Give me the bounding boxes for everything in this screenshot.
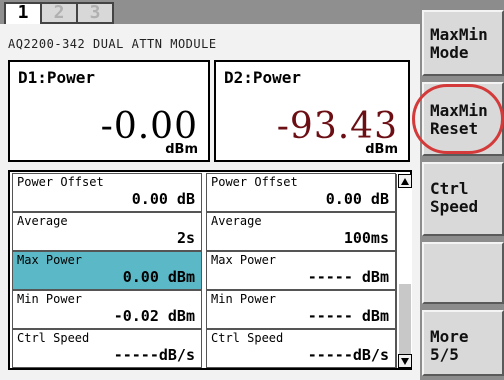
d2-max-power-cell[interactable]: Max Power ----- dBm <box>206 251 396 290</box>
param-title: Min Power <box>17 292 83 306</box>
d2-value: -93.43 <box>276 106 398 147</box>
d2-average-cell[interactable]: Average 100ms <box>206 212 396 251</box>
param-value: -----dB/s <box>307 346 389 364</box>
d1-label: D1:Power <box>18 68 96 87</box>
softkey-label-line2: Mode <box>430 43 469 62</box>
d2-unit: dBm <box>365 142 398 157</box>
more-softkey[interactable]: More 5/5 <box>422 310 504 376</box>
scrollbar-thumb[interactable] <box>399 284 411 354</box>
param-value: 0.00 dBm <box>122 268 195 286</box>
main-panel: 1 2 3 AQ2200-342 DUAL ATTN MODULE D1:Pow… <box>0 0 420 380</box>
d1-value: -0.00 <box>100 106 198 147</box>
scroll-down-icon[interactable] <box>398 354 412 368</box>
d2-power-offset-cell[interactable]: Power Offset 0.00 dB <box>206 173 396 212</box>
softkey-label-line1: Ctrl <box>430 179 469 198</box>
param-value: ----- dBm <box>307 268 389 286</box>
param-value: -0.02 dBm <box>113 307 195 325</box>
module-title: AQ2200-342 DUAL ATTN MODULE <box>8 37 217 51</box>
scroll-up-icon[interactable] <box>398 174 412 188</box>
softkey-label-line1: More <box>430 327 469 346</box>
softkey-label-line2: 5/5 <box>430 345 459 364</box>
tab-bar: 1 2 3 <box>0 0 420 24</box>
softkey-panel: MaxMin Mode MaxMin Reset Ctrl Speed More… <box>420 0 504 380</box>
param-title: Power Offset <box>211 175 298 189</box>
d1-unit: dBm <box>165 142 198 157</box>
param-title: Power Offset <box>17 175 104 189</box>
param-value: ----- dBm <box>307 307 389 325</box>
d1-power-offset-cell[interactable]: Power Offset 0.00 dB <box>12 173 202 212</box>
param-value: 100ms <box>343 229 389 247</box>
d1-max-power-cell[interactable]: Max Power 0.00 dBm <box>12 251 202 290</box>
param-title: Ctrl Speed <box>211 331 284 345</box>
param-title: Ctrl Speed <box>17 331 90 345</box>
scrollbar[interactable] <box>396 174 412 368</box>
highlight-ring <box>412 84 504 154</box>
ctrl-speed-softkey[interactable]: Ctrl Speed <box>422 162 504 236</box>
tab-2[interactable]: 2 <box>40 2 78 24</box>
instrument-screen: 1 2 3 AQ2200-342 DUAL ATTN MODULE D1:Pow… <box>0 0 504 380</box>
tab-3[interactable]: 3 <box>76 2 114 24</box>
d1-min-power-cell[interactable]: Min Power -0.02 dBm <box>12 290 202 329</box>
param-title: Max Power <box>17 253 83 267</box>
param-value: -----dB/s <box>113 346 195 364</box>
parameter-table: Power Offset 0.00 dB Average 2s Max Powe… <box>8 170 412 370</box>
softkey-label-line2: Speed <box>430 197 479 216</box>
d2-min-power-cell[interactable]: Min Power ----- dBm <box>206 290 396 329</box>
softkey-label-line1: MaxMin <box>430 25 488 44</box>
param-title: Average <box>211 214 262 228</box>
d1-ctrl-speed-cell[interactable]: Ctrl Speed -----dB/s <box>12 329 202 368</box>
blank-softkey[interactable] <box>422 242 504 304</box>
param-title: Average <box>17 214 68 228</box>
d2-ctrl-speed-cell[interactable]: Ctrl Speed -----dB/s <box>206 329 396 368</box>
tab-1[interactable]: 1 <box>4 2 42 24</box>
d2-power-display: D2:Power -93.43 dBm <box>214 60 410 162</box>
d2-label: D2:Power <box>224 68 302 87</box>
maxmin-mode-softkey[interactable]: MaxMin Mode <box>422 10 504 76</box>
d1-average-cell[interactable]: Average 2s <box>12 212 202 251</box>
param-title: Min Power <box>211 292 277 306</box>
param-value: 0.00 dB <box>325 190 389 208</box>
param-title: Max Power <box>211 253 277 267</box>
d1-power-display: D1:Power -0.00 dBm <box>8 60 210 162</box>
param-value: 2s <box>176 229 195 247</box>
param-value: 0.00 dB <box>131 190 195 208</box>
